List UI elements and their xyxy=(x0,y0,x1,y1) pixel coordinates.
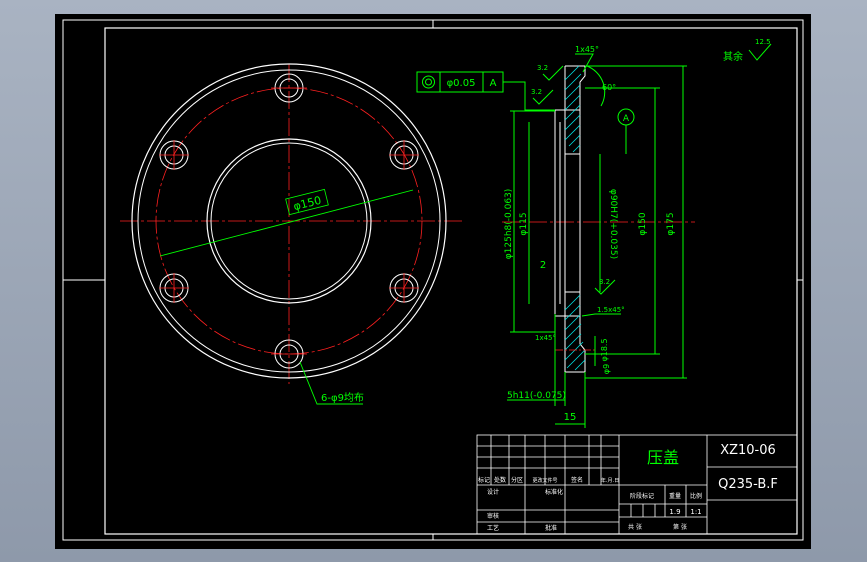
chamfer-mid-text: 1.5x45° xyxy=(597,306,625,314)
tolerance-datum: A xyxy=(490,78,497,89)
label-approve: 批准 xyxy=(545,524,557,532)
bolt-hole-lower-right xyxy=(389,273,419,303)
label-change-no: 更改文件号 xyxy=(532,477,557,484)
label-mark: 标记 xyxy=(478,476,490,484)
label-signature: 签名 xyxy=(571,476,583,484)
label-designer: 设计 xyxy=(487,488,499,496)
material: Q235-B.F xyxy=(718,477,778,492)
drawing-viewport[interactable]: φ150 6-φ9均布 φ0.05 A 1x45° 60° 3.2 3.2 A … xyxy=(55,14,811,549)
concentricity-symbol-inner xyxy=(425,78,432,86)
sheets-total: 共 张 xyxy=(628,523,642,531)
sheets-current: 第 张 xyxy=(673,523,687,531)
front-view: φ150 6-φ9均布 xyxy=(120,63,465,405)
title-block-text: 压盖 XZ10-06 Q235-B.F 标记 处数 分区 更改文件号 签名 年.… xyxy=(478,443,778,532)
dim-hole-small-text: φ9 xyxy=(602,364,611,374)
dim-hole-text: φ18.5 xyxy=(600,338,609,361)
chamfer-top-text: 1x45° xyxy=(575,45,599,54)
label-reviewer: 审核 xyxy=(487,512,499,520)
datum-marker-text: A xyxy=(623,114,630,124)
section-view: φ0.05 A 1x45° 60° 3.2 3.2 A φ125h8(-0.06… xyxy=(416,45,695,428)
dim-step-text: 2 xyxy=(540,260,546,271)
label-stage: 阶段标记 xyxy=(630,492,654,500)
label-process: 工艺 xyxy=(487,524,499,532)
dim-right-1-text: φ90H7(+0.035) xyxy=(608,189,618,259)
bolt-hole-lower-left xyxy=(159,273,189,303)
roughness-note-label: 其余 xyxy=(723,50,743,63)
part-name: 压盖 xyxy=(647,448,679,467)
label-weight: 重量 xyxy=(669,492,681,500)
cad-drawing: φ150 6-φ9均布 φ0.05 A 1x45° 60° 3.2 3.2 A … xyxy=(62,19,804,541)
roughness-note: 其余 12.5 xyxy=(723,38,772,63)
bolt-hole-upper-left xyxy=(159,140,189,170)
section-hatch-lower xyxy=(564,294,586,371)
dim-right-2-text: φ150 xyxy=(638,212,648,235)
label-standardization: 标准化 xyxy=(545,488,563,496)
dim-thickness-text: 15 xyxy=(564,412,577,423)
dim-left-inner-text: φ115 xyxy=(519,212,529,235)
label-scale: 比例 xyxy=(690,492,702,500)
bore-dimension-line xyxy=(159,189,414,257)
bolt-hole-upper-right xyxy=(389,140,419,170)
roughness-3-text: 3.2 xyxy=(599,278,610,286)
weight-value: 1.9 xyxy=(669,508,680,516)
roughness-note-symbol xyxy=(748,43,772,61)
chamfer-mid-leader xyxy=(581,313,621,317)
hole-note-text: 6-φ9均布 xyxy=(321,392,364,404)
chamfer-top-leader xyxy=(575,53,594,73)
concentricity-symbol xyxy=(422,75,435,89)
roughness-note-value: 12.5 xyxy=(755,38,771,46)
roughness-1-text: 3.2 xyxy=(537,64,548,72)
label-zone: 分区 xyxy=(511,476,523,484)
section-hatch-upper xyxy=(564,65,582,153)
dim-right-3-text: φ175 xyxy=(666,212,676,235)
scale-value: 1:1 xyxy=(690,508,701,516)
dim-left-outer-text: φ125h8(-0.063) xyxy=(504,189,514,260)
label-date: 年.月.日 xyxy=(601,477,619,484)
tolerance-value: φ0.05 xyxy=(447,78,476,89)
drawing-number: XZ10-06 xyxy=(720,443,776,458)
chamfer-bottom-text: 1x45° xyxy=(535,334,556,342)
roughness-2-text: 3.2 xyxy=(531,88,542,96)
inner-sheet-frame xyxy=(104,27,798,535)
label-count: 处数 xyxy=(494,476,506,484)
